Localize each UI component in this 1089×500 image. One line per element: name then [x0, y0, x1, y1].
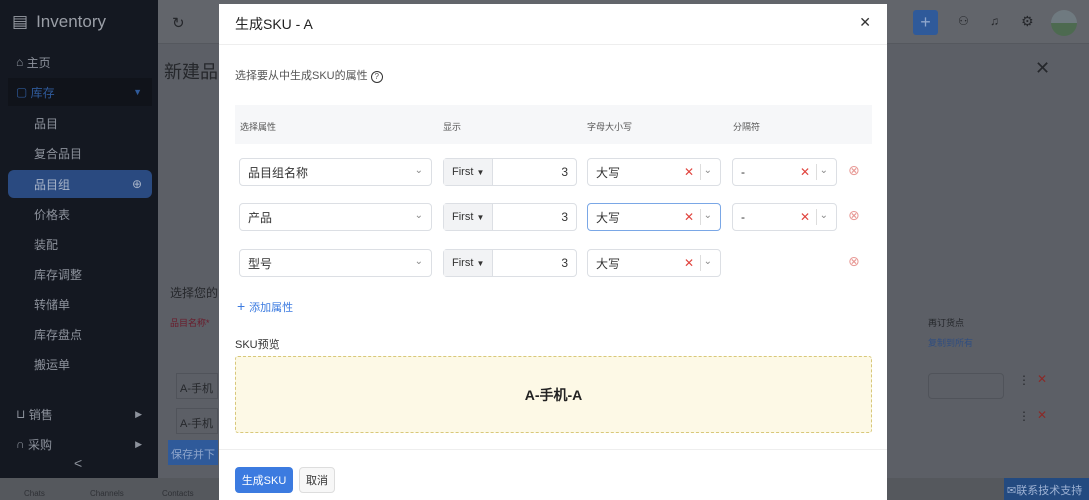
- users-icon[interactable]: ⚇: [958, 14, 969, 28]
- chevron-down-icon: ⌄: [703, 165, 712, 176]
- separator-select[interactable]: - ✕ ⌄: [732, 203, 837, 231]
- add-attribute-button[interactable]: + 添加属性: [237, 298, 293, 315]
- support-button[interactable]: ✉联系技术支持: [1004, 478, 1089, 500]
- sidebar-item-item-groups[interactable]: 品目组 ⊕: [8, 170, 152, 198]
- sidebar-item-price-list[interactable]: 价格表: [8, 200, 152, 228]
- history-icon[interactable]: ↻: [172, 14, 185, 32]
- footer-divider: [219, 449, 887, 450]
- book-icon: ▤: [12, 12, 29, 31]
- display-input[interactable]: First ▼ 3: [443, 249, 577, 277]
- sidebar-item-stocktake[interactable]: 库存盘点: [8, 320, 152, 348]
- clear-icon[interactable]: ✕: [684, 210, 694, 224]
- modal-subtitle: 选择要从中生成SKU的属性 ?: [235, 67, 383, 83]
- copy-all-link[interactable]: 复制到所有: [928, 336, 973, 349]
- clear-icon[interactable]: ✕: [684, 165, 694, 179]
- tab-contacts[interactable]: Contacts: [162, 489, 194, 498]
- caret-right-icon: ▶: [135, 408, 142, 419]
- case-select[interactable]: 大写 ✕ ⌄: [587, 158, 721, 186]
- sidebar-item-assembly[interactable]: 装配: [8, 230, 152, 258]
- clear-icon[interactable]: ✕: [800, 165, 810, 179]
- caret-right-icon: ▶: [135, 438, 142, 449]
- page-title: 新建品: [164, 62, 218, 82]
- save-button[interactable]: 保存并下: [168, 440, 218, 465]
- sidebar-item-adjustment[interactable]: 库存调整: [8, 260, 152, 288]
- col-reorder: 再订货点: [928, 318, 965, 328]
- modal-title: 生成SKU - A: [219, 4, 887, 45]
- clear-icon[interactable]: ✕: [800, 210, 810, 224]
- reorder-input[interactable]: [928, 373, 1004, 399]
- caret-down-icon: ▼: [476, 167, 485, 177]
- bell-icon[interactable]: ♫: [990, 14, 999, 28]
- sidebar-item-shipment[interactable]: 搬运单: [8, 350, 152, 378]
- close-icon[interactable]: ✕: [859, 14, 871, 31]
- display-input[interactable]: First ▼ 3: [443, 203, 577, 231]
- sidebar: ▤ Inventory ⌂ 主页 ▢ 库存 ▼ 品目 复合品目 品目组 ⊕ 价格表 装…: [0, 0, 158, 478]
- caret-down-icon: ▼: [133, 87, 142, 97]
- count-value[interactable]: 3: [561, 165, 568, 179]
- attribute-select[interactable]: 产品 ⌄: [239, 203, 432, 231]
- case-select[interactable]: 大写 ✕ ⌄: [587, 249, 721, 277]
- display-input[interactable]: First ▼ 3: [443, 158, 577, 186]
- row-name-input[interactable]: A-手机: [176, 373, 218, 399]
- chevron-down-icon: ⌄: [414, 256, 423, 267]
- remove-row-icon[interactable]: ⊗: [848, 207, 860, 224]
- gear-icon[interactable]: ⚙: [1021, 13, 1034, 30]
- choose-label: 选择您的: [170, 286, 219, 300]
- generate-sku-button[interactable]: 生成SKU: [235, 467, 293, 493]
- col-item-name: 品目名称*: [170, 318, 210, 328]
- sidebar-item-purchase[interactable]: ∩ 采购 ▶: [8, 430, 152, 458]
- new-button[interactable]: +: [913, 10, 938, 35]
- avatar[interactable]: [1051, 10, 1077, 36]
- box-icon: ▢: [16, 85, 31, 99]
- more-icon[interactable]: ⋮: [1018, 409, 1030, 423]
- attribute-select[interactable]: 型号 ⌄: [239, 249, 432, 277]
- chevron-down-icon: ⌄: [703, 210, 712, 221]
- collapse-sidebar-button[interactable]: <: [74, 455, 82, 471]
- delete-row-icon[interactable]: ✕: [1037, 372, 1047, 386]
- sku-preview: A-手机-A: [235, 356, 872, 433]
- display-mode-dropdown[interactable]: First ▼: [444, 250, 493, 276]
- caret-down-icon: ▼: [476, 212, 485, 222]
- display-mode-dropdown[interactable]: First ▼: [444, 204, 493, 230]
- sidebar-item-items[interactable]: 品目: [8, 109, 152, 137]
- plus-circle-icon[interactable]: ⊕: [132, 177, 142, 191]
- sidebar-item-transfer[interactable]: 转储单: [8, 290, 152, 318]
- bag-icon: ∩: [16, 437, 28, 451]
- more-icon[interactable]: ⋮: [1018, 373, 1030, 387]
- delete-row-icon[interactable]: ✕: [1037, 408, 1047, 422]
- help-icon[interactable]: ?: [370, 71, 383, 83]
- remove-row-icon[interactable]: ⊗: [848, 162, 860, 179]
- plus-icon: +: [237, 298, 250, 314]
- case-select[interactable]: 大写 ✕ ⌄: [587, 203, 721, 231]
- app-logo[interactable]: ▤ Inventory: [12, 12, 106, 32]
- cart-icon: ⊔: [16, 407, 29, 421]
- row-name-input[interactable]: A-手机: [176, 408, 218, 434]
- chevron-down-icon: ⌄: [819, 165, 828, 176]
- count-value[interactable]: 3: [561, 256, 568, 270]
- attribute-select[interactable]: 品目组名称 ⌄: [239, 158, 432, 186]
- sidebar-item-inventory[interactable]: ▢ 库存 ▼: [8, 78, 152, 106]
- count-value[interactable]: 3: [561, 210, 568, 224]
- chevron-down-icon: ⌄: [819, 210, 828, 221]
- sidebar-item-composite[interactable]: 复合品目: [8, 139, 152, 167]
- display-mode-dropdown[interactable]: First ▼: [444, 159, 493, 185]
- page-close-icon[interactable]: ✕: [1035, 58, 1050, 79]
- tab-chats[interactable]: Chats: [24, 489, 45, 498]
- chevron-down-icon: ⌄: [703, 256, 712, 267]
- remove-row-icon[interactable]: ⊗: [848, 253, 860, 270]
- tab-channels[interactable]: Channels: [90, 489, 124, 498]
- clear-icon[interactable]: ✕: [684, 256, 694, 270]
- generate-sku-modal: 生成SKU - A ✕ 选择要从中生成SKU的属性 ? 选择属性 显示 字母大小…: [219, 4, 887, 500]
- sidebar-item-home[interactable]: ⌂ 主页: [8, 48, 152, 76]
- preview-label: SKU预览: [235, 339, 280, 351]
- chevron-down-icon: ⌄: [414, 210, 423, 221]
- mail-icon: ✉: [1007, 485, 1017, 497]
- cancel-button[interactable]: 取消: [299, 467, 335, 493]
- table-header: 选择属性 显示 字母大小写 分隔符: [235, 105, 872, 144]
- sidebar-item-sales[interactable]: ⊔ 销售 ▶: [8, 400, 152, 428]
- chevron-down-icon: ⌄: [414, 165, 423, 176]
- caret-down-icon: ▼: [476, 258, 485, 268]
- separator-select[interactable]: - ✕ ⌄: [732, 158, 837, 186]
- home-icon: ⌂: [16, 55, 27, 69]
